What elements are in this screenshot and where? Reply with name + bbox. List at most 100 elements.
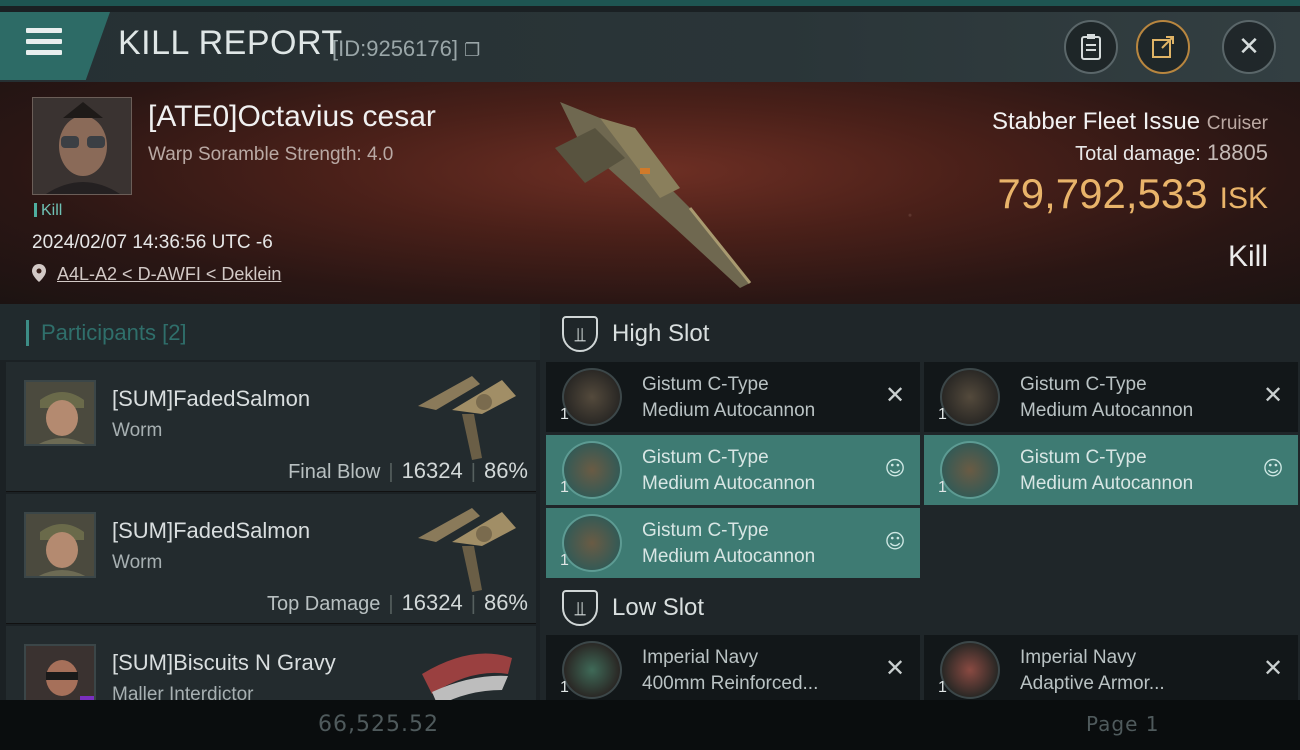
- high-slot-label: High Slot: [612, 320, 710, 347]
- module-name-line1: Gistum C-Type: [642, 447, 769, 468]
- page-title: KILL REPORT: [118, 24, 343, 62]
- location-link[interactable]: A4L-A2 < D-AWFI < Deklein: [32, 264, 281, 285]
- module-name-line2: Medium Autocannon: [642, 473, 816, 494]
- autocannon-icon: [562, 368, 622, 426]
- share-button[interactable]: [1136, 20, 1190, 74]
- module-name: Gistum C-Type Medium Autocannon: [642, 372, 815, 424]
- module-item[interactable]: 1 Gistum C-Type Medium Autocannon ✕: [924, 362, 1298, 432]
- module-name-line2: 400mm Reinforced...: [642, 673, 819, 694]
- report-id: [ID:9256176] ❐: [332, 36, 480, 62]
- module-item[interactable]: 1 Imperial Navy Adaptive Armor... ✕: [924, 635, 1298, 705]
- module-name-line2: Medium Autocannon: [642, 400, 816, 421]
- ship-name[interactable]: Stabber Fleet Issue Cruiser: [992, 108, 1268, 136]
- location-text[interactable]: A4L-A2 < D-AWFI < Deklein: [57, 264, 281, 284]
- participant-name[interactable]: [SUM]FadedSalmon: [112, 518, 310, 544]
- close-icon: ✕: [1238, 32, 1260, 62]
- fitting-panel: ⫫ High Slot 1 Gistum C-Type Medium Autoca…: [540, 304, 1300, 722]
- participant-name[interactable]: [SUM]Biscuits N Gravy: [112, 650, 336, 676]
- module-qty: 1: [938, 479, 947, 496]
- clipboard-button[interactable]: [1064, 20, 1118, 74]
- module-qty: 1: [560, 406, 569, 423]
- ghost-page: Page 1: [1086, 712, 1160, 736]
- participant-avatar-image: [26, 382, 94, 444]
- module-name: Gistum C-Type Medium Autocannon: [1020, 445, 1193, 497]
- kill-tag: Kill: [34, 202, 62, 220]
- header-bar: KILL REPORT [ID:9256176] ❐ ✕: [0, 12, 1300, 82]
- module-name-line1: Imperial Navy: [1020, 647, 1137, 668]
- participants-panel: Participants [2] [SUM]FadedSalmon Worm F…: [0, 304, 540, 722]
- participant-avatar-image: [26, 514, 94, 576]
- x-mark-icon: ✕: [884, 654, 906, 682]
- isk-unit: ISK: [1219, 182, 1268, 215]
- participant-percent: 86%: [483, 458, 528, 483]
- share-icon: [1152, 36, 1174, 58]
- module-item[interactable]: 1 Gistum C-Type Medium Autocannon ☺: [546, 435, 920, 505]
- participants-label: Participants: [41, 320, 156, 345]
- module-name-line1: Gistum C-Type: [642, 374, 769, 395]
- module-name-line2: Medium Autocannon: [1020, 400, 1194, 421]
- victim-name[interactable]: [ATE0]Octavius cesar: [148, 100, 436, 134]
- participants-count: [2]: [162, 320, 187, 345]
- low-slot-label: Low Slot: [612, 594, 705, 621]
- kill-report-window: KILL REPORT [ID:9256176] ❐ ✕ [ATE0]Octav…: [0, 0, 1300, 722]
- close-button[interactable]: ✕: [1222, 20, 1276, 74]
- low-slot-header: ⫫ Low Slot: [540, 580, 1300, 638]
- total-damage: Total damage: 18805: [1075, 140, 1268, 166]
- clipboard-icon: [1081, 34, 1101, 60]
- victim-portrait[interactable]: [32, 97, 132, 195]
- module-qty: 1: [938, 679, 947, 696]
- ghost-value: 66,525.52: [318, 712, 439, 737]
- autocannon-icon: [562, 441, 622, 499]
- participant-stats: Top Damage | 16324 | 86%: [266, 590, 528, 615]
- isk-amount: 79,792,533: [997, 170, 1208, 217]
- x-mark-icon: ✕: [1262, 654, 1284, 682]
- module-item[interactable]: 1 Gistum C-Type Medium Autocannon ☺: [546, 508, 920, 578]
- module-name-line2: Adaptive Armor...: [1020, 673, 1165, 694]
- person-icon: ☺: [884, 529, 906, 553]
- slot-shield-icon: ⫫: [562, 316, 598, 352]
- module-name: Gistum C-Type Medium Autocannon: [1020, 372, 1193, 424]
- module-name-line1: Imperial Navy: [642, 647, 759, 668]
- high-slot-header: ⫫ High Slot: [540, 306, 1300, 364]
- module-name-line2: Medium Autocannon: [642, 546, 816, 567]
- victim-hero: [ATE0]Octavius cesar Warp Soramble Stren…: [0, 82, 1300, 304]
- participant-ship: Worm: [112, 420, 163, 441]
- participant-role: Final Blow: [288, 461, 381, 483]
- total-damage-label: Total damage:: [1075, 143, 1201, 165]
- participants-title: Participants [2]: [26, 320, 187, 346]
- module-name-line1: Gistum C-Type: [1020, 374, 1147, 395]
- copy-icon[interactable]: ❐: [464, 40, 480, 60]
- module-qty: 1: [560, 552, 569, 569]
- menu-tab[interactable]: [0, 12, 110, 80]
- autocannon-icon: [940, 368, 1000, 426]
- hamburger-menu-icon[interactable]: [26, 28, 62, 58]
- module-name: Gistum C-Type Medium Autocannon: [642, 445, 815, 497]
- victim-avatar-image: [33, 98, 131, 194]
- module-item[interactable]: 1 Imperial Navy 400mm Reinforced... ✕: [546, 635, 920, 705]
- module-qty: 1: [560, 479, 569, 496]
- ship-name-text[interactable]: Stabber Fleet Issue: [992, 108, 1200, 135]
- module-qty: 1: [938, 406, 947, 423]
- participant-damage: 16324: [401, 590, 463, 615]
- victim-ship-render: [555, 102, 752, 288]
- participant-ship: Worm: [112, 552, 163, 573]
- module-name: Imperial Navy 400mm Reinforced...: [642, 645, 818, 697]
- module-item[interactable]: 1 Gistum C-Type Medium Autocannon ☺: [924, 435, 1298, 505]
- x-mark-icon: ✕: [884, 381, 906, 409]
- map-pin-icon: [32, 264, 46, 282]
- slot-shield-icon: ⫫: [562, 590, 598, 626]
- participant-percent: 86%: [483, 590, 528, 615]
- ship-class: Cruiser: [1206, 113, 1268, 134]
- participant-name[interactable]: [SUM]FadedSalmon: [112, 386, 310, 412]
- kill-time: 2024/02/07 14:36:56 UTC -6: [32, 232, 273, 253]
- module-name-line1: Gistum C-Type: [642, 520, 769, 541]
- person-icon: ☺: [884, 456, 906, 480]
- participant-row[interactable]: [SUM]FadedSalmon Worm Top Damage | 16324 | 8…: [6, 494, 536, 624]
- participant-damage: 16324: [401, 458, 463, 483]
- avatar[interactable]: [24, 380, 96, 446]
- module-item[interactable]: 1 Gistum C-Type Medium Autocannon ✕: [546, 362, 920, 432]
- participant-row[interactable]: [SUM]FadedSalmon Worm Final Blow | 16324 | 8…: [6, 362, 536, 492]
- isk-value: 79,792,533 ISK: [997, 170, 1268, 218]
- module-name-line1: Gistum C-Type: [1020, 447, 1147, 468]
- avatar[interactable]: [24, 512, 96, 578]
